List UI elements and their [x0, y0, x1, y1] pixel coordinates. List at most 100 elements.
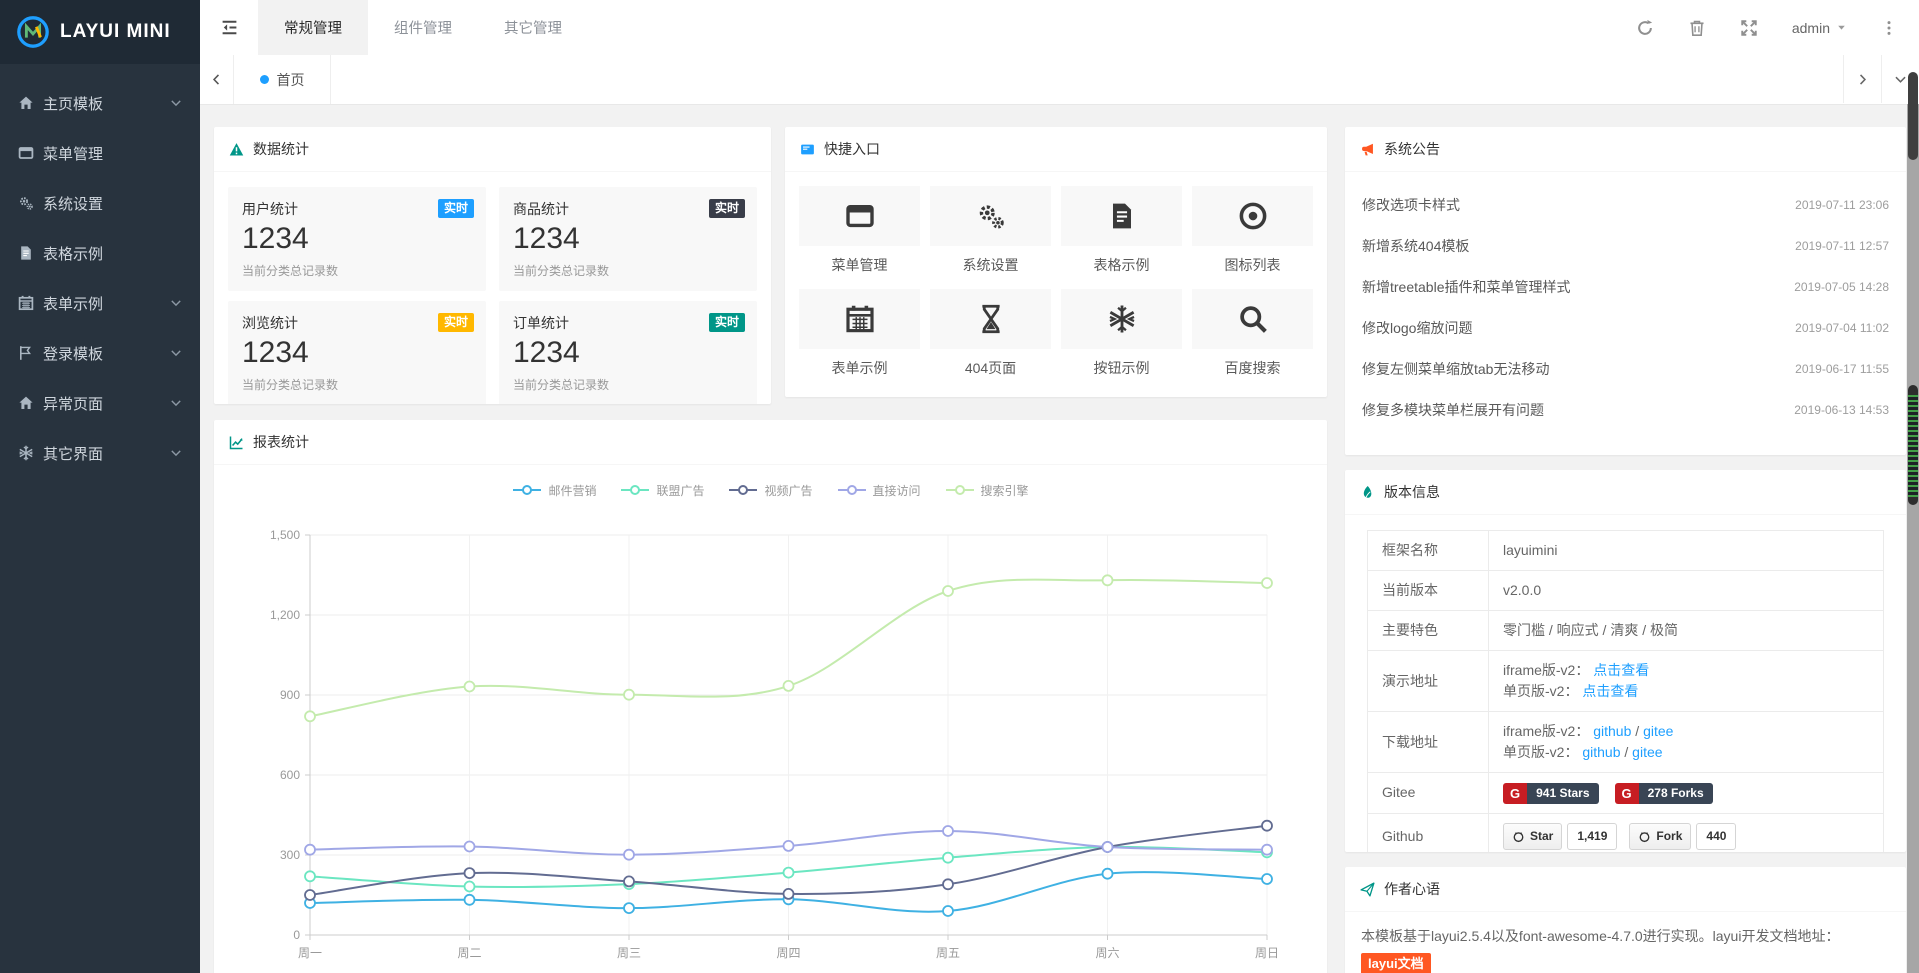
scrollbar-thumb[interactable] — [1908, 385, 1918, 505]
notice-list: 修改选项卡样式2019-07-11 23:06新增系统404模板2019-07-… — [1345, 172, 1906, 430]
tab-scroll-left-button[interactable] — [200, 55, 234, 104]
caret-down-icon — [1836, 22, 1847, 33]
gitee-icon: G — [1503, 783, 1527, 804]
svg-text:900: 900 — [280, 688, 300, 702]
sidebar-item-label: 登录模板 — [43, 343, 170, 364]
svg-text:300: 300 — [280, 848, 300, 862]
link-gitee[interactable]: gitee — [1632, 744, 1662, 760]
gitee-badge[interactable]: G278 Forks — [1615, 783, 1713, 804]
link-点击查看[interactable]: 点击查看 — [1582, 683, 1638, 699]
stat-caption: 当前分类总记录数 — [513, 262, 743, 279]
scrollbar-track[interactable] — [1907, 104, 1919, 973]
legend-item-1[interactable]: 联盟广告 — [620, 482, 704, 499]
quick-entry-icon-box — [1192, 186, 1313, 246]
megaphone-icon — [1360, 142, 1375, 157]
user-menu[interactable]: admin — [1792, 20, 1847, 36]
sidebar-item-label: 主页模板 — [43, 93, 170, 114]
quick-entry-menu-management[interactable]: 菜单管理 — [799, 186, 920, 275]
link-github[interactable]: github — [1593, 723, 1631, 739]
sidebar-item-system-settings[interactable]: 系统设置 — [0, 178, 200, 228]
leaf-icon — [1360, 485, 1375, 500]
layui-doc-badge[interactable]: layui文档 — [1361, 953, 1431, 973]
card-title: 数据统计 — [253, 139, 309, 159]
version-row-label: 当前版本 — [1368, 571, 1489, 611]
stat-caption: 当前分类总记录数 — [242, 262, 472, 279]
notice-date: 2019-07-04 11:02 — [1795, 321, 1889, 335]
github-star-count[interactable]: 1,419 — [1567, 823, 1617, 850]
more-vertical-icon[interactable] — [1881, 20, 1897, 36]
version-link-line: 单页版-v2： github / gitee — [1503, 742, 1869, 763]
scrollbar-top-thumb[interactable] — [1908, 72, 1918, 160]
legend-item-2[interactable]: 视频广告 — [728, 482, 812, 499]
gitee-badge[interactable]: G941 Stars — [1503, 783, 1599, 804]
logo[interactable]: LAYUI MINI — [0, 0, 200, 64]
author-card: 作者心语 本模板基于layui2.5.4以及font-awesome-4.7.0… — [1345, 867, 1906, 973]
sidebar-toggle-button[interactable] — [200, 0, 258, 55]
quick-entry-baidu-search[interactable]: 百度搜索 — [1192, 289, 1313, 378]
panel-icon — [800, 142, 815, 157]
link-gitee[interactable]: gitee — [1643, 723, 1673, 739]
clear-cache-icon[interactable] — [1688, 19, 1706, 37]
stat-box-1: 商品统计1234当前分类总记录数实时 — [499, 187, 757, 291]
version-card: 版本信息 框架名称layuimini当前版本v2.0.0主要特色零门槛 / 响应… — [1345, 470, 1906, 852]
github-icon — [1638, 830, 1651, 843]
sidebar-item-home-template[interactable]: 主页模板 — [0, 78, 200, 128]
legend-label: 直接访问 — [873, 482, 921, 499]
quick-entry-icon-box — [1061, 289, 1182, 349]
link-github[interactable]: github — [1582, 744, 1620, 760]
notice-item[interactable]: 修改logo缩放问题2019-07-04 11:02 — [1362, 307, 1889, 348]
notice-item[interactable]: 修改选项卡样式2019-07-11 23:06 — [1362, 184, 1889, 225]
notice-item[interactable]: 新增系统404模板2019-07-11 12:57 — [1362, 225, 1889, 266]
status-badge: 实时 — [709, 313, 745, 332]
refresh-icon[interactable] — [1636, 19, 1654, 37]
legend-item-4[interactable]: 搜索引擎 — [945, 482, 1029, 499]
quick-entry-system-settings[interactable]: 系统设置 — [930, 186, 1051, 275]
warning-triangle-icon — [229, 142, 244, 157]
svg-text:周日: 周日 — [1255, 946, 1279, 960]
header-nav-2[interactable]: 其它管理 — [478, 0, 588, 55]
sidebar-item-error-pages[interactable]: 异常页面 — [0, 378, 200, 428]
notice-item[interactable]: 新增treetable插件和菜单管理样式2019-07-05 14:28 — [1362, 266, 1889, 307]
quick-entry-form-demo[interactable]: 表单示例 — [799, 289, 920, 378]
notice-item[interactable]: 修复多模块菜单栏展开有问题2019-06-13 14:53 — [1362, 389, 1889, 430]
tab-bar: 首页 — [200, 55, 1919, 105]
legend-item-0[interactable]: 邮件营销 — [512, 482, 596, 499]
version-table: 框架名称layuimini当前版本v2.0.0主要特色零门槛 / 响应式 / 清… — [1367, 530, 1884, 852]
quick-entry-page-404[interactable]: 404页面 — [930, 289, 1051, 378]
quick-entry-button-demo[interactable]: 按钮示例 — [1061, 289, 1182, 378]
quick-entry-grid: 菜单管理系统设置表格示例图标列表表单示例404页面按钮示例百度搜索 — [785, 172, 1327, 392]
header-nav-1[interactable]: 组件管理 — [368, 0, 478, 55]
stat-caption: 当前分类总记录数 — [513, 376, 743, 393]
legend-label: 视频广告 — [764, 482, 812, 499]
github-fork-button[interactable]: Fork — [1629, 823, 1691, 850]
github-fork-count[interactable]: 440 — [1696, 823, 1736, 850]
sidebar-item-login-template[interactable]: 登录模板 — [0, 328, 200, 378]
sidebar-item-menu-management[interactable]: 菜单管理 — [0, 128, 200, 178]
version-row-下载地址: 下载地址iframe版-v2： github / gitee单页版-v2： gi… — [1368, 712, 1884, 773]
fullscreen-icon[interactable] — [1740, 19, 1758, 37]
chevron-down-icon — [170, 397, 182, 409]
notice-text: 新增treetable插件和菜单管理样式 — [1362, 277, 1570, 297]
stat-box-2: 浏览统计1234当前分类总记录数实时 — [228, 301, 486, 404]
legend-item-3[interactable]: 直接访问 — [837, 482, 921, 499]
link-点击查看[interactable]: 点击查看 — [1593, 662, 1649, 678]
search-icon — [1238, 304, 1268, 334]
svg-text:周二: 周二 — [457, 946, 481, 960]
sidebar-item-form-demo[interactable]: 表单示例 — [0, 278, 200, 328]
notice-item[interactable]: 修复左侧菜单缩放tab无法移动2019-06-17 11:55 — [1362, 348, 1889, 389]
tab-label: 首页 — [277, 70, 305, 90]
card-title: 快捷入口 — [824, 139, 880, 159]
tab-scroll-right-button[interactable] — [1843, 55, 1881, 103]
quick-entry-icon-list[interactable]: 图标列表 — [1192, 186, 1313, 275]
quick-entry-table-demo[interactable]: 表格示例 — [1061, 186, 1182, 275]
tab-home[interactable]: 首页 — [234, 55, 331, 104]
version-row-label: 框架名称 — [1368, 531, 1489, 571]
sidebar-item-other-ui[interactable]: 其它界面 — [0, 428, 200, 478]
github-star-button[interactable]: Star — [1503, 823, 1562, 850]
gitee-badge-text: 941 Stars — [1527, 783, 1598, 804]
notice-date: 2019-07-11 12:57 — [1795, 239, 1889, 253]
sidebar-item-table-demo[interactable]: 表格示例 — [0, 228, 200, 278]
header-nav-0[interactable]: 常规管理 — [258, 0, 368, 55]
version-row-label: 下载地址 — [1368, 712, 1489, 773]
quick-entry-icon-box — [799, 186, 920, 246]
